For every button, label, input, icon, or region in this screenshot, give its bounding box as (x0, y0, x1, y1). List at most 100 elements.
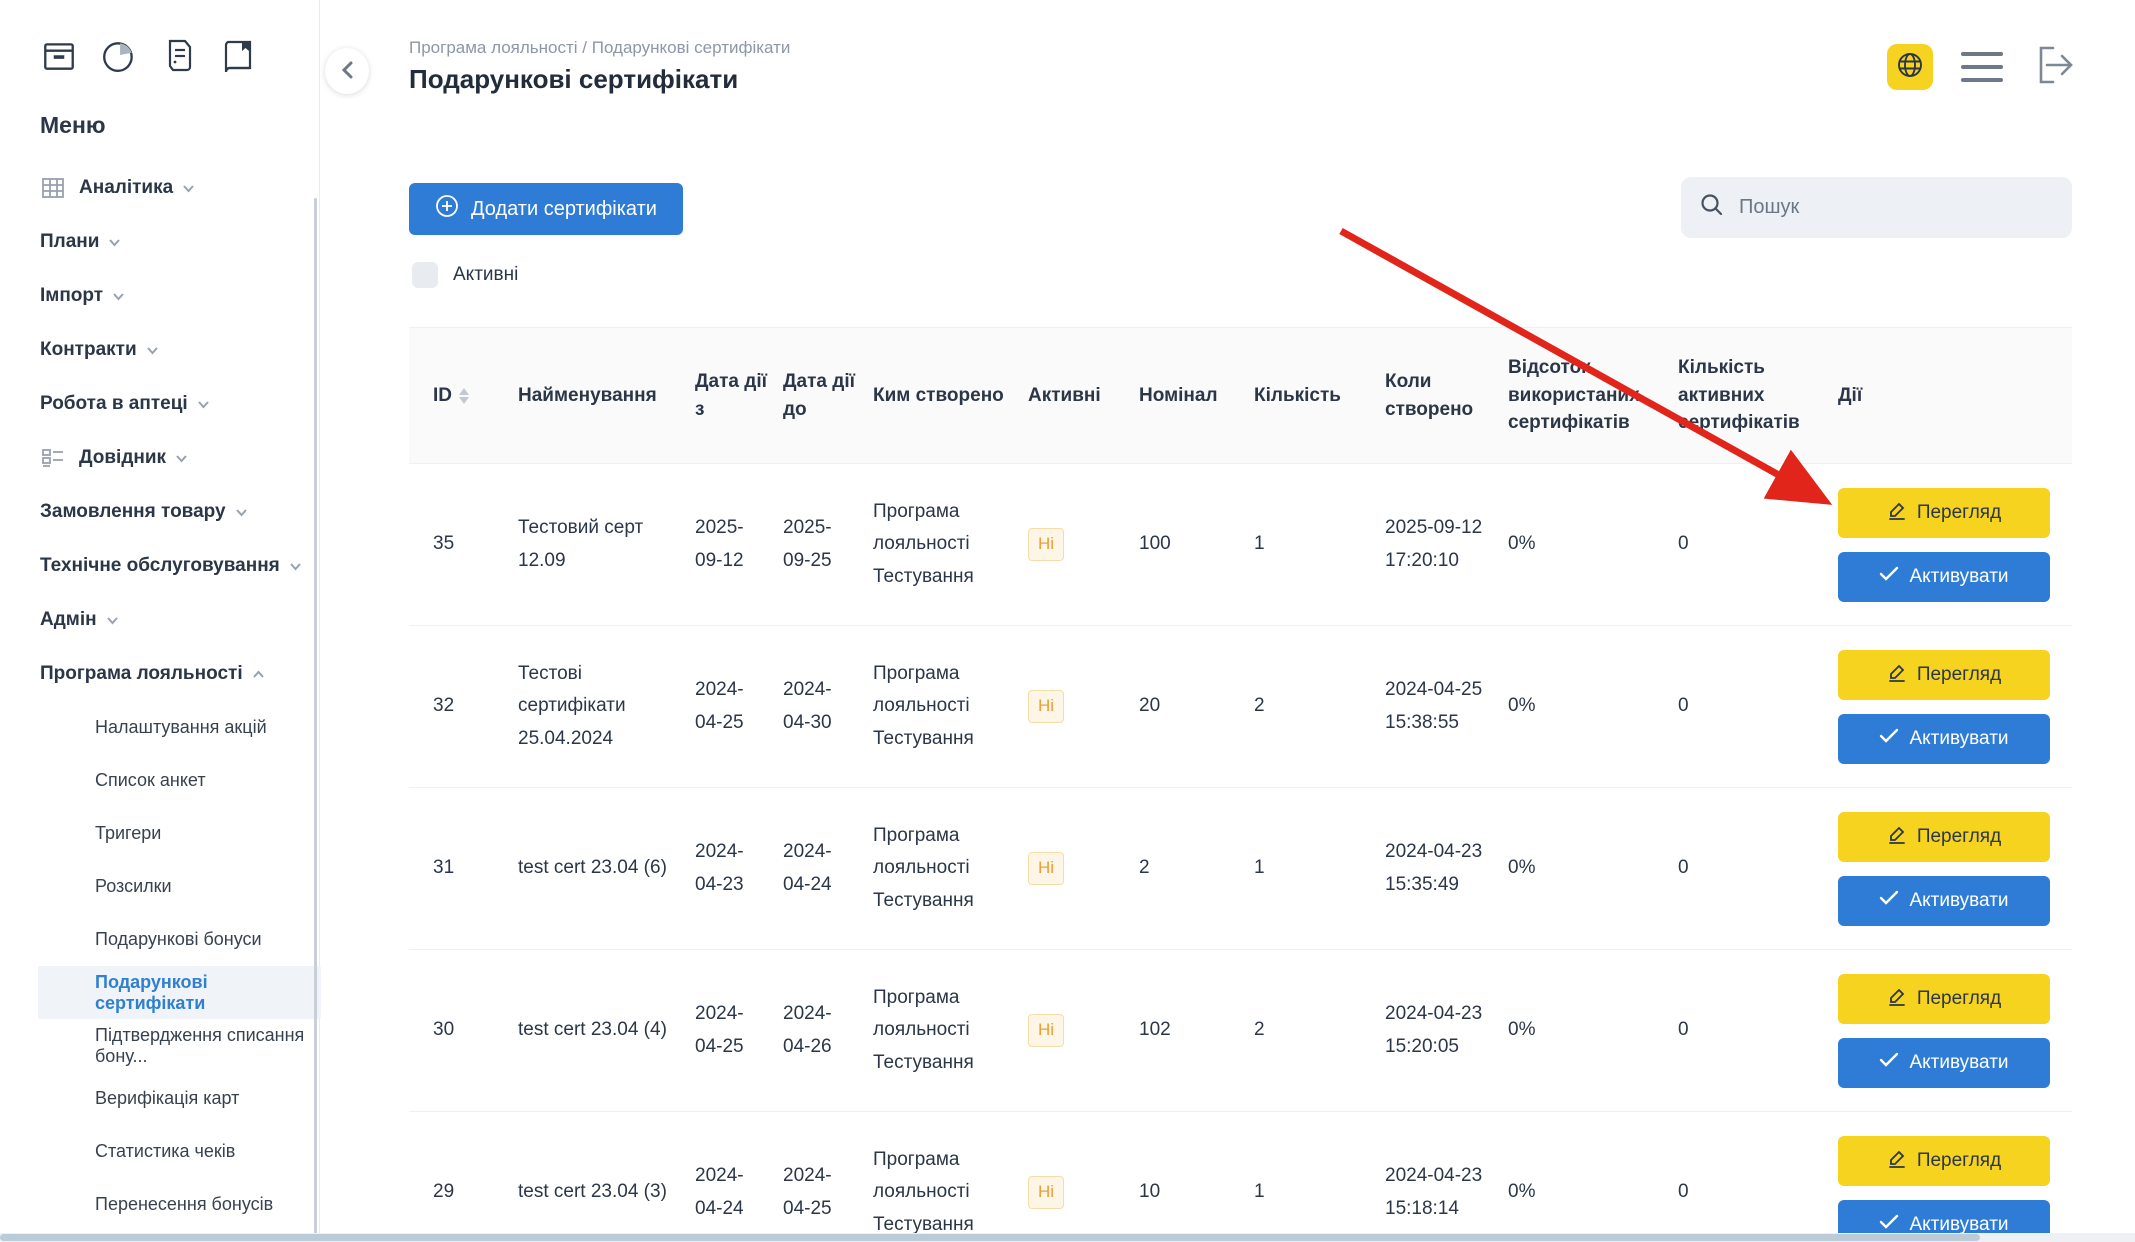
status-badge: Ні (1028, 690, 1064, 722)
cell-created-by: Програма лояльності Тестування (873, 788, 1028, 950)
activate-button[interactable]: Активувати (1838, 552, 2050, 602)
sidebar-item-directory[interactable]: Довідник (40, 431, 319, 485)
sidebar-scrollbar[interactable] (314, 198, 317, 1242)
submenu-item-receipt-statistics[interactable]: Статистика чеків (38, 1125, 319, 1178)
chevron-down-icon (112, 292, 125, 301)
sidebar-item-pharmacy-work[interactable]: Робота в аптеці (40, 377, 319, 431)
column-header-used-percent: Відсоток використаних сертифікатів (1508, 328, 1678, 464)
cell-name: test cert 23.04 (3) (518, 1112, 695, 1242)
activate-button[interactable]: Активувати (1838, 714, 2050, 764)
breadcrumb[interactable]: Програма лояльності / Подарункові сертиф… (409, 38, 790, 58)
submenu-item-card-verification[interactable]: Верифікація карт (38, 1072, 319, 1125)
view-button[interactable]: Перегляд (1838, 974, 2050, 1024)
cell-active: Ні (1028, 950, 1139, 1112)
table-row: 32 Тестові сертифікати 25.04.2024 2024-0… (409, 626, 2072, 788)
sidebar-item-import[interactable]: Імпорт (40, 269, 319, 323)
edit-icon (1887, 500, 1907, 526)
column-header-id[interactable]: ID (409, 328, 518, 464)
submenu-item-bonus-writeoff-confirm[interactable]: Підтвердження списання бону... (38, 1019, 319, 1072)
chevron-down-icon (108, 238, 121, 247)
view-button[interactable]: Перегляд (1838, 650, 2050, 700)
cell-created-by: Програма лояльності Тестування (873, 626, 1028, 788)
submenu-item-label: Налаштування акцій (95, 717, 267, 738)
pie-chart-icon[interactable] (100, 37, 138, 75)
book-icon[interactable] (220, 37, 258, 75)
menu-title: Меню (40, 112, 319, 139)
cell-active-certs: 0 (1678, 626, 1838, 788)
cell-actions: Перегляд Активувати (1838, 626, 2072, 788)
sidebar-item-analytics[interactable]: Аналітика (40, 161, 319, 215)
status-badge: Ні (1028, 852, 1064, 884)
sidebar-item-plans[interactable]: Плани (40, 215, 319, 269)
column-header-name: Найменування (518, 328, 695, 464)
submenu-item-questionnaires[interactable]: Список анкет (38, 754, 319, 807)
hamburger-menu-button[interactable] (1961, 50, 2003, 84)
view-button[interactable]: Перегляд (1838, 488, 2050, 538)
search-input[interactable] (1737, 195, 2054, 220)
cell-active: Ні (1028, 788, 1139, 950)
cell-active: Ні (1028, 1112, 1139, 1242)
cell-used-percent: 0% (1508, 626, 1678, 788)
table-row: 29 test cert 23.04 (3) 2024-04-24 2024-0… (409, 1112, 2072, 1242)
add-certificates-label: Додати сертифікати (471, 198, 657, 221)
cell-quantity: 2 (1254, 950, 1385, 1112)
globe-icon (1895, 50, 1925, 85)
view-button[interactable]: Перегляд (1838, 812, 2050, 862)
chevron-down-icon (182, 184, 195, 193)
sidebar-item-maintenance[interactable]: Технічне обслуговування (40, 539, 319, 593)
sidebar-item-label: Імпорт (40, 285, 103, 307)
cell-date-to: 2024-04-26 (783, 950, 873, 1112)
cell-created-by: Програма лояльності Тестування (873, 950, 1028, 1112)
horizontal-scrollbar[interactable] (0, 1233, 2135, 1242)
archive-icon[interactable] (40, 37, 78, 75)
submenu-item-gift-bonuses[interactable]: Подарункові бонуси (38, 913, 319, 966)
loyalty-submenu: Налаштування акцій Список анкет Тригери … (40, 701, 319, 1231)
add-certificates-button[interactable]: Додати сертифікати (409, 183, 683, 235)
view-button-label: Перегляд (1917, 988, 2001, 1010)
submenu-item-label: Розсилки (95, 876, 172, 897)
logout-button[interactable] (2031, 45, 2075, 89)
edit-icon (1887, 986, 1907, 1012)
sidebar-menu: Аналітика Плани Імпорт Контракти Робота … (40, 161, 319, 1231)
activate-button[interactable]: Активувати (1838, 876, 2050, 926)
table-row: 31 test cert 23.04 (6) 2024-04-23 2024-0… (409, 788, 2072, 950)
table-row: 35 Тестовий серт 12.09 2025-09-12 2025-0… (409, 464, 2072, 626)
sidebar-item-loyalty-program[interactable]: Програма лояльності (40, 647, 319, 701)
column-header-created-at: Коли створено (1385, 328, 1508, 464)
sidebar-item-admin[interactable]: Адмін (40, 593, 319, 647)
submenu-item-gift-certificates[interactable]: Подарункові сертифікати (38, 966, 321, 1019)
active-checkbox[interactable] (412, 262, 438, 288)
view-button-label: Перегляд (1917, 502, 2001, 524)
cell-quantity: 1 (1254, 788, 1385, 950)
cell-actions: Перегляд Активувати (1838, 464, 2072, 626)
activate-button-label: Активувати (1909, 1052, 2008, 1074)
sidebar-collapse-button[interactable] (325, 48, 369, 94)
column-header-date-from: Дата дії з (695, 328, 783, 464)
active-filter: Активні (412, 262, 518, 288)
document-icon[interactable] (160, 37, 198, 75)
sidebar-item-contracts[interactable]: Контракти (40, 323, 319, 377)
submenu-item-mailings[interactable]: Розсилки (38, 860, 319, 913)
submenu-item-promo-settings[interactable]: Налаштування акцій (38, 701, 319, 754)
language-button[interactable] (1887, 44, 1933, 90)
submenu-item-label: Тригери (95, 823, 161, 844)
activate-button[interactable]: Активувати (1838, 1038, 2050, 1088)
sidebar-item-label: Програма лояльності (40, 663, 243, 685)
sidebar-item-goods-order[interactable]: Замовлення товару (40, 485, 319, 539)
cell-active: Ні (1028, 464, 1139, 626)
chevron-down-icon (197, 400, 210, 409)
cell-created-by: Програма лояльності Тестування (873, 1112, 1028, 1242)
submenu-item-bonus-transfer[interactable]: Перенесення бонусів (38, 1178, 319, 1231)
cell-id: 29 (409, 1112, 518, 1242)
submenu-item-triggers[interactable]: Тригери (38, 807, 319, 860)
cell-name: Тестовий серт 12.09 (518, 464, 695, 626)
column-header-actions: Дії (1838, 328, 2072, 464)
cell-active: Ні (1028, 626, 1139, 788)
status-badge: Ні (1028, 1176, 1064, 1208)
table-header-row: ID Найменування Дата дії з Дата дії до К… (409, 328, 2072, 464)
sidebar-top-icons (40, 34, 319, 78)
plus-circle-icon (435, 194, 459, 224)
cell-name: test cert 23.04 (6) (518, 788, 695, 950)
submenu-item-label: Перенесення бонусів (95, 1194, 273, 1215)
view-button[interactable]: Перегляд (1838, 1136, 2050, 1186)
